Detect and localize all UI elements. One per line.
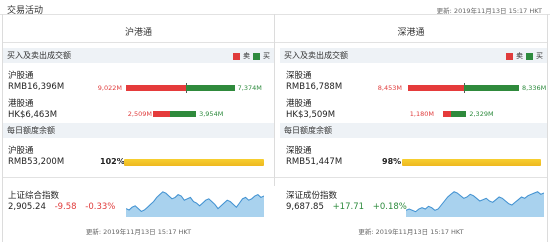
right-south-total: HK$3,509M <box>286 110 336 120</box>
header-divider <box>0 14 550 15</box>
right-index-change: +17.71 <box>332 202 365 212</box>
left-index-pct: -0.33% <box>85 202 116 212</box>
buy-legend-label: 买 <box>536 52 543 60</box>
left-north-buy-value: 7,374M <box>237 84 262 92</box>
left-quota-header: 每日额度余额 <box>3 123 274 138</box>
buy-legend-swatch <box>526 52 533 60</box>
left-south-sell-bar <box>153 111 170 117</box>
right-flow-label: 买入及卖出成交额 <box>284 51 348 60</box>
left-index-divider <box>3 177 274 178</box>
sell-legend-swatch <box>233 52 240 60</box>
center-divider <box>274 14 275 186</box>
left-north-sell-bar <box>126 85 186 91</box>
right-south-buy-value: 2,329M <box>469 110 494 118</box>
right-legend: 卖 买 <box>506 51 543 61</box>
right-panel-title: 深港通 <box>397 28 425 38</box>
right-index-price: 9,687.85 <box>286 202 324 212</box>
right-north-sell-value: 8,453M <box>377 84 402 92</box>
left-index-name: 上证综合指数 <box>8 191 60 201</box>
right-north-buy-value: 8,336M <box>522 84 547 92</box>
right-south-name: 港股通 <box>286 99 312 109</box>
left-quota-percent: 102% <box>100 157 125 166</box>
right-north-total: RMB16,788M <box>286 82 343 92</box>
right-quota-header: 每日额度余额 <box>280 123 547 138</box>
left-index-quote: 2,905.24 -9.58 -0.33% <box>8 202 115 212</box>
right-quota-percent: 98% <box>382 157 402 166</box>
right-index-name: 深证成份指数 <box>286 191 338 201</box>
buy-legend-label: 买 <box>263 52 270 60</box>
sparkline-area <box>126 191 264 217</box>
left-flow-header: 买入及卖出成交额 卖 买 <box>3 48 274 63</box>
right-update-time: 更新: 2019年11月13日 15:17 HKT <box>358 228 464 236</box>
right-north-buy-bar <box>464 85 520 91</box>
left-title-divider <box>3 42 274 43</box>
left-north-total: RMB16,396M <box>8 82 65 92</box>
right-title-divider <box>275 42 547 43</box>
left-north-buy-bar <box>186 85 235 91</box>
buy-legend-swatch <box>253 52 260 60</box>
left-quota-label: 每日额度余额 <box>7 126 55 135</box>
left-quota-bar <box>124 159 264 166</box>
sell-legend-label: 卖 <box>243 52 250 60</box>
left-south-buy-value: 3,954M <box>199 110 224 118</box>
left-south-total: HK$6,463M <box>8 110 58 120</box>
sell-legend-label: 卖 <box>516 52 523 60</box>
left-flow-label: 买入及卖出成交额 <box>7 51 71 60</box>
right-quota-bar <box>402 159 542 166</box>
right-south-sell-bar <box>443 111 451 117</box>
right-north-name: 深股通 <box>286 71 312 81</box>
right-border <box>547 14 548 242</box>
sell-legend-swatch <box>506 52 513 60</box>
left-legend: 卖 买 <box>233 51 270 61</box>
right-quota-name: 深股通 <box>286 146 312 156</box>
right-south-sell-value: 1,180M <box>409 110 434 118</box>
left-panel-title: 沪港通 <box>124 28 152 38</box>
left-north-name: 沪股通 <box>8 71 34 81</box>
right-quota-label: 每日额度余额 <box>284 126 332 135</box>
right-north-sell-bar <box>408 85 464 91</box>
right-flow-header: 买入及卖出成交额 卖 买 <box>280 48 547 63</box>
right-quota-value: RMB51,447M <box>286 157 343 167</box>
left-quota-value: RMB53,200M <box>8 157 65 167</box>
right-index-quote: 9,687.85 +17.71 +0.18% <box>286 202 407 212</box>
left-index-price: 2,905.24 <box>8 202 46 212</box>
left-quota-name: 沪股通 <box>8 146 34 156</box>
right-index-sparkline <box>406 191 544 217</box>
left-north-sell-value: 9,022M <box>97 84 122 92</box>
left-index-change: -9.58 <box>54 202 77 212</box>
left-index-sparkline <box>126 191 264 217</box>
left-south-sell-value: 2,509M <box>127 110 152 118</box>
left-south-buy-bar <box>170 111 197 117</box>
right-south-buy-bar <box>451 111 467 117</box>
sparkline-area <box>406 191 544 217</box>
left-south-name: 港股通 <box>8 99 34 109</box>
left-update-time: 更新: 2019年11月13日 15:17 HKT <box>85 228 192 236</box>
right-index-divider <box>275 177 547 178</box>
right-index-pct: +0.18% <box>372 202 407 212</box>
